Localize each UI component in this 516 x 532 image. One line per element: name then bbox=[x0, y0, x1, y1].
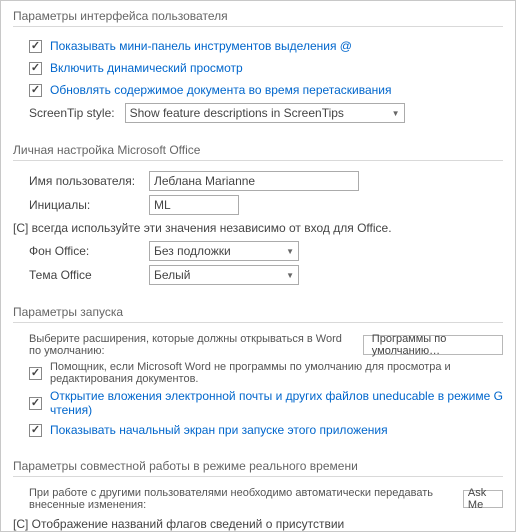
checkbox-mini-toolbar[interactable] bbox=[29, 40, 42, 53]
initials-input[interactable] bbox=[149, 195, 239, 215]
checkbox-label: Открытие вложения электронной почты и др… bbox=[50, 389, 503, 417]
checkbox-start-screen[interactable] bbox=[29, 424, 42, 437]
checkbox-label: Обновлять содержимое документа во время … bbox=[50, 83, 392, 97]
button-label: Программы по умолчанию… bbox=[372, 333, 494, 357]
section-title: Параметры запуска bbox=[13, 305, 129, 319]
share-changes-dropdown[interactable]: Ask Me bbox=[463, 490, 503, 508]
always-use-values-text: [C] всегда используйте эти значения неза… bbox=[13, 221, 392, 235]
dropdown-value: Show feature descriptions in ScreenTips bbox=[130, 106, 344, 120]
options-panel: Параметры интерфейса пользователя Показы… bbox=[0, 0, 516, 532]
section-header-ui-options: Параметры интерфейса пользователя bbox=[1, 1, 515, 27]
checkbox-label: Включить динамический просмотр bbox=[50, 61, 243, 75]
username-label: Имя пользователя: bbox=[29, 174, 149, 188]
chevron-down-icon: ▼ bbox=[286, 271, 294, 280]
default-programs-label: Выберите расширения, которые должны откр… bbox=[29, 333, 357, 357]
initials-label: Инициалы: bbox=[29, 198, 149, 212]
chevron-down-icon: ▼ bbox=[392, 109, 400, 118]
checkbox-update-drag[interactable] bbox=[29, 84, 42, 97]
section-header-startup: Параметры запуска bbox=[1, 297, 515, 323]
office-theme-dropdown[interactable]: Белый ▼ bbox=[149, 265, 299, 285]
dropdown-value: Ask Me bbox=[468, 487, 498, 511]
checkbox-label: Показывать начальный экран при запуске э… bbox=[50, 423, 388, 437]
section-header-personalize: Личная настройка Microsoft Office bbox=[1, 135, 515, 161]
default-programs-button[interactable]: Программы по умолчанию… bbox=[363, 335, 503, 355]
share-changes-label: При работе с другими пользователями необ… bbox=[29, 487, 459, 511]
chevron-down-icon: ▼ bbox=[286, 247, 294, 256]
section-header-realtime: Параметры совместной работы в режиме реа… bbox=[1, 451, 515, 477]
dropdown-value: Белый bbox=[154, 268, 190, 282]
checkbox-open-attachments[interactable] bbox=[29, 397, 42, 410]
section-title: Параметры интерфейса пользователя bbox=[13, 9, 234, 23]
screentip-style-dropdown[interactable]: Show feature descriptions in ScreenTips … bbox=[125, 103, 405, 123]
dropdown-value: Без подложки bbox=[154, 244, 231, 258]
office-background-label: Фон Office: bbox=[29, 244, 149, 258]
checkbox-tell-me-default[interactable] bbox=[29, 367, 42, 380]
office-theme-label: Тема Office bbox=[29, 268, 149, 282]
section-title: Личная настройка Microsoft Office bbox=[13, 143, 206, 157]
username-input[interactable] bbox=[149, 171, 359, 191]
section-title: Параметры совместной работы в режиме реа… bbox=[13, 459, 364, 473]
office-background-dropdown[interactable]: Без подложки ▼ bbox=[149, 241, 299, 261]
screentip-style-label: ScreenTip style: bbox=[29, 106, 115, 120]
checkbox-live-preview[interactable] bbox=[29, 62, 42, 75]
checkbox-label: Показывать мини-панель инструментов выде… bbox=[50, 39, 352, 53]
presence-flags-text: [C] Отображение названий флагов сведений… bbox=[13, 517, 344, 531]
checkbox-label: Помощник, если Microsoft Word не програм… bbox=[50, 361, 503, 385]
